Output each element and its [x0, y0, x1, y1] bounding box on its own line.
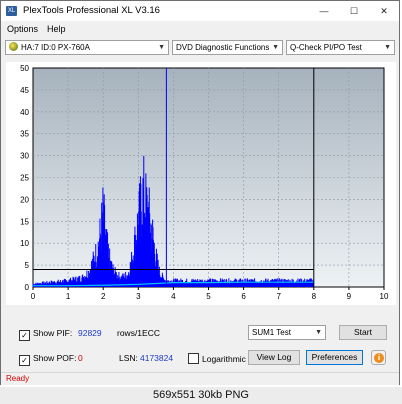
chevron-down-icon: ▼ [158, 44, 165, 51]
info-button[interactable]: i [371, 350, 386, 365]
x-tick-label: 5 [206, 292, 211, 301]
y-tick-label: 20 [20, 195, 29, 204]
x-tick-label: 0 [31, 292, 36, 301]
x-tick-label: 1 [66, 292, 71, 301]
lsn-label: LSN: [119, 353, 138, 363]
y-tick-label: 30 [20, 152, 29, 161]
chevron-down-icon: ▼ [315, 329, 322, 336]
x-tick-label: 7 [276, 292, 281, 301]
chart-svg: 50454035302520151050 0 1 2 3 4 5 6 7 8 9 10 [20, 64, 389, 301]
drive-select-value: HA:7 ID:0 PX-760A [21, 43, 90, 52]
sum-test-select[interactable]: SUM1 Test ▼ [248, 325, 326, 340]
chevron-down-icon: ▼ [272, 44, 279, 51]
drive-select[interactable]: HA:7 ID:0 PX-760A ▼ [5, 40, 169, 55]
function-select-value: DVD Diagnostic Functions [176, 43, 270, 52]
pif-value: 92829 [78, 328, 102, 338]
status-text: Ready [6, 374, 30, 383]
checkmark-icon: ✓ [19, 330, 30, 341]
disc-drive-icon [9, 42, 18, 51]
y-tick-label: 5 [25, 261, 30, 270]
image-caption: 569x551 30kb PNG [0, 387, 402, 404]
show-pof-checkbox[interactable]: ✓ Show POF: [19, 353, 76, 366]
y-tick-label: 0 [25, 283, 30, 292]
rows-label: rows/1ECC [117, 328, 160, 338]
menu-help[interactable]: Help [47, 24, 66, 34]
maximize-button[interactable]: ☐ [339, 1, 369, 21]
logarithmic-checkbox[interactable]: Logarithmic [188, 353, 246, 364]
y-tick-label: 45 [20, 86, 29, 95]
x-tick-label: 3 [136, 292, 141, 301]
x-axis: 0 1 2 3 4 5 6 7 8 9 10 [31, 287, 389, 301]
view-log-button[interactable]: View Log [248, 350, 300, 365]
title-bar: XL PlexTools Professional XL V3.16 — ☐ ✕ [1, 1, 399, 21]
lsn-value: 4173824 [140, 353, 174, 363]
start-button[interactable]: Start [339, 325, 387, 340]
function-select[interactable]: DVD Diagnostic Functions ▼ [172, 40, 283, 55]
app-logo-icon: XL [6, 6, 17, 16]
preferences-button[interactable]: Preferences [306, 350, 363, 365]
x-tick-label: 6 [241, 292, 246, 301]
info-icon: i [374, 353, 384, 363]
status-bar: Ready [1, 372, 399, 385]
pof-value: 0 [78, 353, 83, 363]
x-tick-label: 10 [380, 292, 389, 301]
show-pif-checkbox[interactable]: ✓ Show PIF: [19, 328, 72, 341]
test-select-value: Q-Check PI/PO Test [290, 43, 362, 52]
pi-po-chart: 50 45 40 35 30 25 20 15 10 5 0 0 1 2 3 4 5 6 7 8 9 10 [6, 62, 396, 305]
logarithmic-label: Logarithmic [202, 354, 246, 364]
checkmark-icon: ✓ [19, 355, 30, 366]
x-tick-label: 4 [171, 292, 176, 301]
minimize-button[interactable]: — [309, 1, 339, 21]
y-tick-label: 35 [20, 130, 29, 139]
sum-test-value: SUM1 Test [252, 328, 291, 337]
y-tick-label: 25 [20, 174, 29, 183]
toolbar: HA:7 ID:0 PX-760A ▼ DVD Diagnostic Funct… [1, 38, 399, 58]
menu-options[interactable]: Options [7, 24, 38, 34]
app-window: XL PlexTools Professional XL V3.16 — ☐ ✕… [0, 0, 400, 385]
menu-bar: Options Help [1, 22, 399, 36]
show-pof-label: Show POF: [33, 353, 77, 363]
x-tick-label: 2 [101, 292, 106, 301]
y-tick-label: 15 [20, 217, 29, 226]
checkbox-box-icon [188, 353, 199, 364]
window-title: PlexTools Professional XL V3.16 [23, 5, 160, 16]
close-button[interactable]: ✕ [369, 1, 399, 21]
show-pif-label: Show PIF: [33, 328, 73, 338]
y-axis: 50454035302520151050 [20, 64, 29, 292]
y-tick-label: 10 [20, 239, 29, 248]
test-select[interactable]: Q-Check PI/PO Test ▼ [286, 40, 395, 55]
x-tick-label: 9 [347, 292, 352, 301]
x-tick-label: 8 [312, 292, 317, 301]
y-tick-label: 50 [20, 64, 29, 73]
chevron-down-icon: ▼ [384, 44, 391, 51]
y-tick-label: 40 [20, 108, 29, 117]
